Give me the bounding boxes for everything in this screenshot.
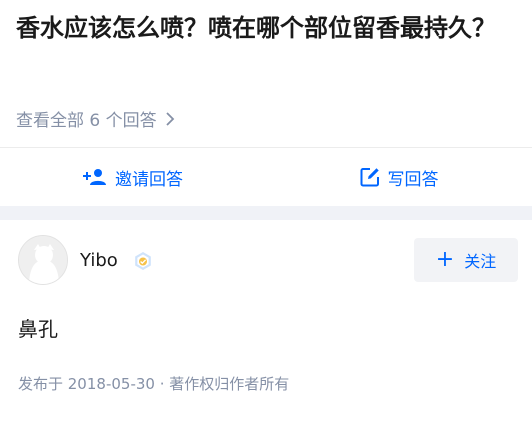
avatar[interactable] [18,235,68,285]
section-separator [0,206,532,220]
answer-meta: 发布于 2018-05-30 · 著作权归作者所有 [18,375,290,393]
question-actions-bar: 邀请回答 写回答 [0,148,532,206]
view-all-answers-link[interactable]: 查看全部 6 个回答 [16,106,175,131]
follow-label: 关注 [464,252,497,271]
invite-answer-label: 邀请回答 [115,169,183,190]
write-answer-label: 写回答 [387,169,439,190]
question-title[interactable]: 香水应该怎么喷？喷在哪个部位留香最持久？ [16,10,516,47]
question-page: 香水应该怎么喷？喷在哪个部位留香最持久？ 查看全部 6 个回答 邀请回答 写回答 [0,0,532,423]
add-person-icon [83,169,106,185]
verified-badge-icon [135,252,151,270]
answer-card: Yibo + 关注 鼻孔 发布于 2018-05-30 · 著作权归作者所有 [0,220,532,423]
author-name[interactable]: Yibo [80,250,118,271]
answer-body[interactable]: 鼻孔 [18,313,58,342]
default-avatar [19,236,67,284]
chevron-right-icon [165,111,174,126]
edit-icon [360,168,379,187]
plus-icon: + [435,247,455,272]
follow-button[interactable]: + 关注 [414,238,518,282]
invite-answer-button[interactable]: 邀请回答 [0,148,266,206]
view-all-label: 查看全部 6 个回答 [16,111,157,131]
write-answer-button[interactable]: 写回答 [266,148,532,206]
